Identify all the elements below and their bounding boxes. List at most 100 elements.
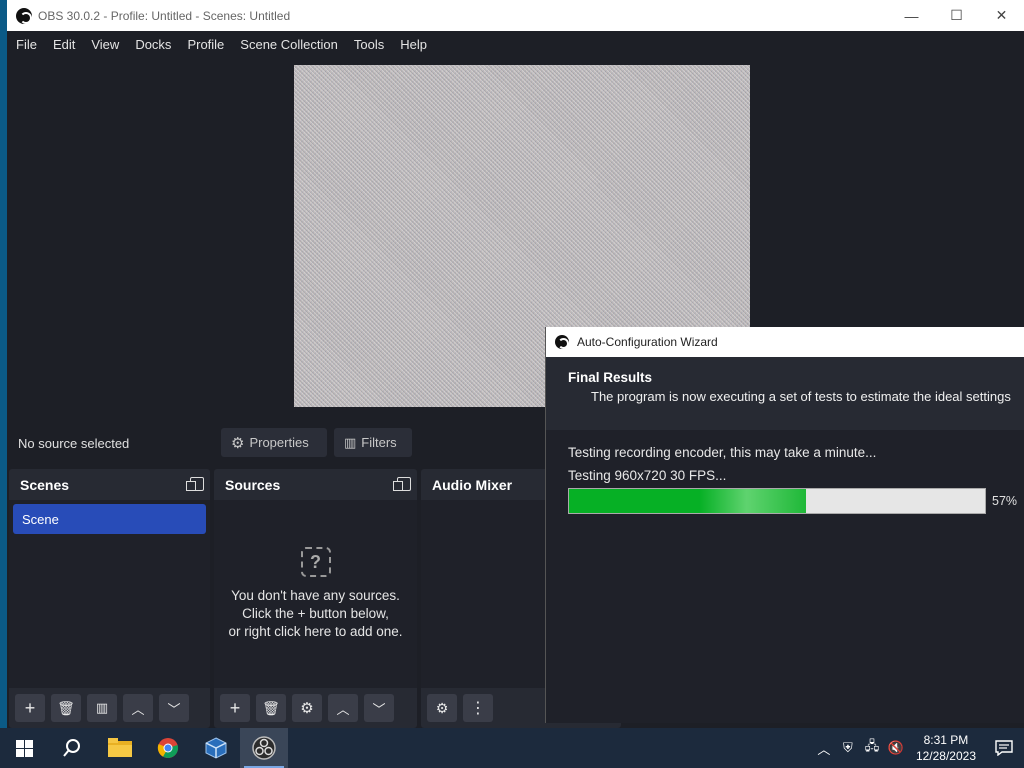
plus-icon: + bbox=[24, 697, 36, 718]
chrome-icon bbox=[157, 738, 179, 758]
move-scene-up-button[interactable]: ︿ bbox=[123, 694, 153, 722]
wizard-header-title: Final Results bbox=[568, 370, 653, 385]
move-source-up-button[interactable]: ︿ bbox=[328, 694, 358, 722]
progress-fill bbox=[569, 489, 807, 513]
maximize-button[interactable]: ☐ bbox=[934, 0, 979, 31]
add-scene-button[interactable]: + bbox=[15, 694, 45, 722]
obs-icon bbox=[252, 736, 276, 760]
wizard-title: Auto-Configuration Wizard bbox=[577, 335, 718, 349]
scenes-dock: Scenes Scene + 🗑 ▥ ︿ ﹀ bbox=[9, 469, 210, 728]
close-button[interactable]: ✕ bbox=[979, 0, 1024, 31]
menu-docks[interactable]: Docks bbox=[127, 37, 179, 52]
trash-icon: 🗑 bbox=[262, 699, 280, 716]
gear-icon: ⚙ bbox=[300, 700, 314, 717]
virtualbox-icon bbox=[205, 737, 227, 759]
chevron-down-icon: ﹀ bbox=[372, 701, 386, 717]
notification-icon bbox=[995, 740, 1013, 756]
properties-label: Properties bbox=[249, 435, 309, 450]
system-tray: ︿ ⛨ 🖧 🔇 8:31 PM 12/28/2023 bbox=[812, 728, 1024, 768]
kebab-menu-icon: ⋮ bbox=[470, 700, 486, 717]
question-icon: ? bbox=[300, 547, 331, 577]
security-icon[interactable]: ⛨ bbox=[836, 740, 860, 756]
minimize-button[interactable]: — bbox=[889, 0, 934, 31]
move-scene-down-button[interactable]: ﹀ bbox=[159, 694, 189, 722]
advanced-audio-button[interactable]: ⚙ bbox=[427, 694, 457, 722]
auto-config-wizard: Auto-Configuration Wizard Final Results … bbox=[545, 327, 1024, 723]
taskbar-chrome[interactable] bbox=[144, 728, 192, 768]
search-icon bbox=[63, 739, 80, 757]
empty-line-3: or right click here to add one. bbox=[228, 624, 403, 639]
move-source-down-button[interactable]: ﹀ bbox=[364, 694, 394, 722]
undock-icon[interactable] bbox=[186, 477, 204, 491]
notifications-button[interactable] bbox=[984, 728, 1024, 768]
chevron-up-icon: ︿ bbox=[336, 701, 350, 717]
properties-button[interactable]: ⚙ Properties bbox=[221, 428, 327, 457]
wizard-body: Testing recording encoder, this may take… bbox=[546, 430, 1024, 723]
filter-icon: ▥ bbox=[344, 434, 357, 450]
folder-icon bbox=[108, 738, 132, 757]
remove-scene-button[interactable]: 🗑 bbox=[51, 694, 81, 722]
menu-file[interactable]: File bbox=[7, 37, 45, 52]
menu-profile[interactable]: Profile bbox=[179, 37, 232, 52]
audio-mixer-title: Audio Mixer bbox=[432, 476, 513, 493]
sources-list[interactable]: ? You don't have any sources. Click the … bbox=[214, 500, 417, 688]
scene-item[interactable]: Scene bbox=[13, 504, 206, 534]
clock-date: 12/28/2023 bbox=[915, 749, 976, 763]
sources-empty-state: ? You don't have any sources. Click the … bbox=[214, 547, 417, 641]
sources-dock: Sources ? You don't have any sources. Cl… bbox=[214, 469, 417, 728]
scene-filters-button[interactable]: ▥ bbox=[87, 694, 117, 722]
mixer-menu-button[interactable]: ⋮ bbox=[463, 694, 493, 722]
wizard-status-line-1: Testing recording encoder, this may take… bbox=[568, 445, 877, 460]
obs-logo-icon bbox=[16, 7, 32, 24]
clock-time: 8:31 PM bbox=[923, 733, 969, 747]
chevron-down-icon: ﹀ bbox=[167, 701, 181, 717]
scenes-dock-header: Scenes bbox=[9, 469, 210, 500]
remove-source-button[interactable]: 🗑 bbox=[256, 694, 286, 722]
window-controls: — ☐ ✕ bbox=[889, 0, 1024, 31]
sources-dock-header: Sources bbox=[214, 469, 417, 500]
wizard-header-subtitle: The program is now executing a set of te… bbox=[591, 389, 1011, 404]
taskbar-file-explorer[interactable] bbox=[96, 728, 144, 768]
empty-line-2: Click the + button below, bbox=[242, 606, 389, 621]
start-button[interactable] bbox=[0, 728, 48, 768]
filter-icon: ▥ bbox=[95, 700, 109, 715]
desktop: OBS 30.0.2 - Profile: Untitled - Scenes:… bbox=[0, 0, 1024, 768]
windows-icon bbox=[15, 739, 33, 757]
add-source-button[interactable]: + bbox=[220, 694, 250, 722]
wizard-title-bar[interactable]: Auto-Configuration Wizard bbox=[546, 327, 1024, 357]
scenes-dock-title: Scenes bbox=[20, 476, 70, 493]
menu-edit[interactable]: Edit bbox=[45, 37, 83, 52]
gears-icon: ⚙ bbox=[435, 699, 449, 716]
menu-scene-collection[interactable]: Scene Collection bbox=[232, 37, 346, 52]
scenes-list[interactable]: Scene bbox=[9, 500, 210, 688]
search-button[interactable] bbox=[48, 728, 96, 768]
volume-muted-icon[interactable]: 🔇 bbox=[884, 740, 908, 756]
undock-icon[interactable] bbox=[393, 477, 411, 491]
empty-line-1: You don't have any sources. bbox=[231, 588, 400, 603]
gear-icon: ⚙ bbox=[231, 434, 245, 452]
window-title: OBS 30.0.2 - Profile: Untitled - Scenes:… bbox=[38, 8, 291, 23]
sources-dock-title: Sources bbox=[225, 476, 281, 493]
taskbar: ︿ ⛨ 🖧 🔇 8:31 PM 12/28/2023 bbox=[0, 728, 1024, 768]
scenes-toolbar: + 🗑 ▥ ︿ ﹀ bbox=[9, 688, 210, 728]
clock[interactable]: 8:31 PM 12/28/2023 bbox=[908, 732, 984, 764]
obs-logo-icon bbox=[555, 335, 569, 349]
menu-help[interactable]: Help bbox=[392, 37, 435, 52]
menu-tools[interactable]: Tools bbox=[346, 37, 392, 52]
taskbar-obs[interactable] bbox=[240, 728, 288, 768]
progress-percent: 57% bbox=[992, 494, 1018, 508]
title-bar[interactable]: OBS 30.0.2 - Profile: Untitled - Scenes:… bbox=[7, 0, 1024, 31]
wizard-status-line-2: Testing 960x720 30 FPS... bbox=[568, 468, 727, 483]
taskbar-virtualbox[interactable] bbox=[192, 728, 240, 768]
trash-icon: 🗑 bbox=[57, 699, 75, 716]
menu-view[interactable]: View bbox=[83, 37, 127, 52]
network-icon[interactable]: 🖧 bbox=[860, 737, 884, 759]
plus-icon: + bbox=[229, 697, 241, 718]
chevron-up-icon: ︿ bbox=[131, 701, 145, 717]
source-status: No source selected bbox=[18, 436, 130, 451]
scene-item-label: Scene bbox=[22, 511, 59, 527]
chevron-up-icon[interactable]: ︿ bbox=[812, 739, 836, 758]
filters-button[interactable]: ▥ Filters bbox=[334, 428, 412, 457]
source-properties-button[interactable]: ⚙ bbox=[292, 694, 322, 722]
filters-label: Filters bbox=[361, 435, 397, 450]
